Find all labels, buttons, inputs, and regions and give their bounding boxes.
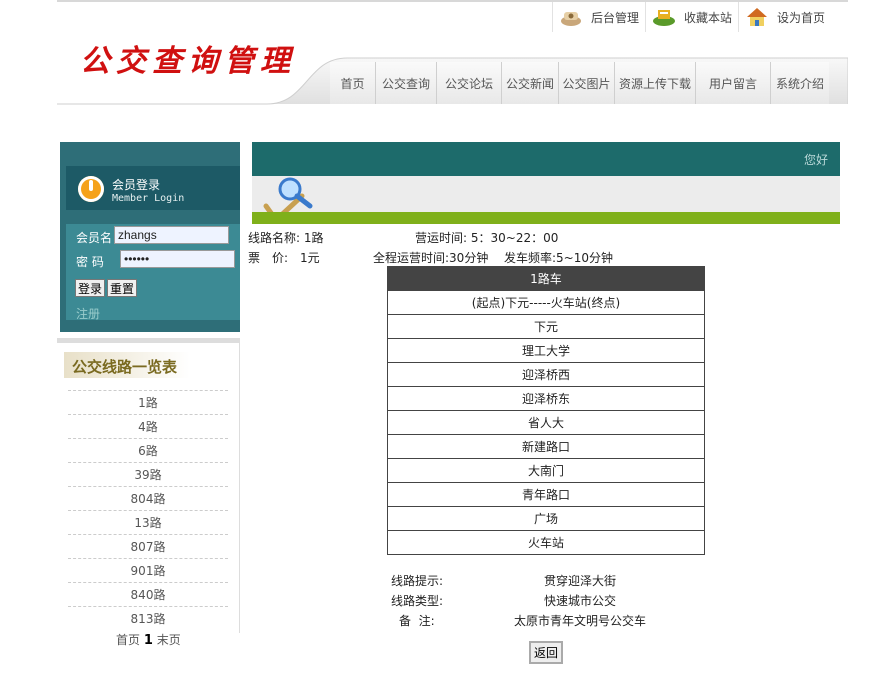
bookmark-link-label: 收藏本站 [684, 10, 733, 25]
nav-guestbook[interactable]: 用户留言 [696, 62, 771, 104]
admin-link[interactable]: 后台管理 [552, 2, 645, 32]
route-item[interactable]: 901路 [68, 558, 228, 583]
route-type-value: 快速城市公交 [544, 594, 617, 608]
table-row: 下元 [387, 314, 705, 339]
route-item[interactable]: 804路 [68, 486, 228, 511]
nav-bus-news[interactable]: 公交新闻 [502, 62, 559, 104]
table-row: 青年路口 [387, 482, 705, 507]
route-list-title: 公交线路一览表 [72, 358, 178, 376]
table-row: 省人大 [387, 410, 705, 435]
username-input[interactable] [114, 226, 229, 244]
main-banner [252, 176, 840, 214]
main-nav: 首页 公交查询 公交论坛 公交新闻 公交图片 资源上传下载 用户留言 系统介绍 [330, 62, 829, 104]
phone-icon [559, 7, 583, 27]
route-tip-value: 贯穿迎泽大街 [544, 574, 617, 588]
route-item[interactable]: 840路 [68, 582, 228, 607]
stops-table: 1路车 (起点)下元-----火车站(终点) 下元 理工大学 迎泽桥西 迎泽桥东… [387, 266, 705, 555]
route-type-label: 线路类型: [391, 594, 444, 608]
route-item[interactable]: 6路 [68, 438, 228, 463]
reset-button[interactable]: 重置 [107, 279, 138, 297]
pager: 首页 1 末页 [116, 631, 181, 648]
route-item[interactable]: 807路 [68, 534, 228, 559]
admin-link-label: 后台管理 [591, 10, 640, 25]
route-item[interactable]: 4路 [68, 414, 228, 439]
password-input[interactable] [120, 250, 235, 268]
table-row: 迎泽桥西 [387, 362, 705, 387]
username-label: 会员名 [76, 231, 113, 245]
route-item[interactable]: 39路 [68, 462, 228, 487]
power-icon [78, 176, 104, 202]
table-row: 迎泽桥东 [387, 386, 705, 411]
table-row: 广场 [387, 506, 705, 531]
nav-upload-download[interactable]: 资源上传下载 [615, 62, 696, 104]
note-value: 太原市青年文明号公交车 [514, 614, 647, 628]
nav-bus-query[interactable]: 公交查询 [376, 62, 437, 104]
table-row: (起点)下元-----火车站(终点) [387, 290, 705, 315]
departure-frequency: 发车频率:5~10分钟 [504, 251, 614, 265]
pager-last[interactable]: 末页 [157, 633, 181, 647]
pager-first[interactable]: 首页 [116, 633, 140, 647]
main-title-bar [252, 142, 840, 176]
register-link[interactable]: 注册 [76, 305, 100, 322]
note-label: 备 注: [399, 614, 435, 628]
stops-table-header: 1路车 [387, 266, 705, 291]
homepage-link[interactable]: 设为首页 [738, 2, 831, 32]
greeting: 您好 [803, 153, 828, 167]
nav-about[interactable]: 系统介绍 [771, 62, 829, 104]
fare: 票 价: 1元 [248, 251, 320, 265]
route-tip-label: 线路提示: [391, 574, 444, 588]
table-row: 新建路口 [387, 434, 705, 459]
line-name: 线路名称: 1路 [248, 231, 324, 245]
table-row: 大南门 [387, 458, 705, 483]
homepage-link-label: 设为首页 [777, 10, 826, 25]
trip-duration: 全程运营时间:30分钟 [373, 251, 489, 265]
login-button[interactable]: 登录 [75, 279, 106, 297]
bookmark-link[interactable]: 收藏本站 [645, 2, 738, 32]
route-item[interactable]: 813路 [68, 606, 228, 631]
bookmark-icon [652, 7, 676, 27]
nav-bus-forum[interactable]: 公交论坛 [437, 62, 502, 104]
operating-hours: 营运时间: 5：30~22：00 [415, 231, 559, 245]
login-subtitle: Member Login [112, 193, 185, 204]
route-item[interactable]: 1路 [68, 390, 228, 415]
pager-current: 1 [143, 633, 153, 648]
login-title: 会员登录 [112, 178, 161, 192]
table-row: 理工大学 [387, 338, 705, 363]
back-button[interactable]: 返回 [529, 641, 564, 664]
home-icon [745, 7, 769, 27]
nav-home[interactable]: 首页 [330, 62, 376, 104]
route-item[interactable]: 13路 [68, 510, 228, 535]
table-row: 火车站 [387, 530, 705, 555]
nav-bus-images[interactable]: 公交图片 [559, 62, 615, 104]
password-label: 密 码 [76, 255, 104, 269]
main-accent-bar [252, 212, 840, 224]
top-links: 后台管理 收藏本站 设为首页 [552, 2, 831, 32]
